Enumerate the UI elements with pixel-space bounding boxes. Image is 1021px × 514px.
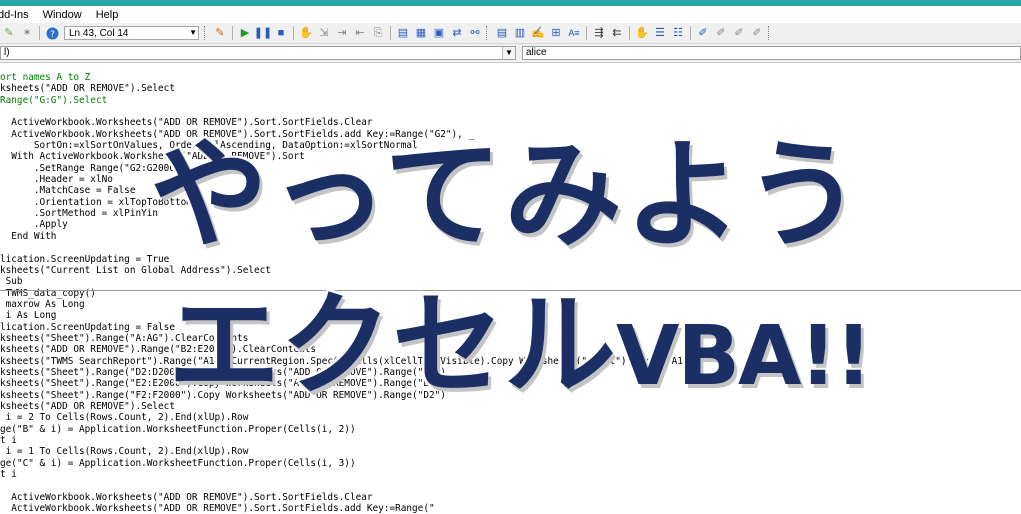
chevron-down-icon[interactable]: ▼	[502, 47, 515, 59]
toolbar-grip[interactable]	[486, 26, 491, 40]
glasses-icon[interactable]: ⚯	[468, 26, 482, 40]
menu-help[interactable]: Help	[96, 9, 119, 21]
code-line[interactable]: t i	[0, 435, 1021, 446]
reset-icon[interactable]: ■	[274, 26, 288, 40]
procedure-dropdown[interactable]: alice	[522, 46, 1021, 60]
parameter-info-icon[interactable]: ⊞	[549, 26, 563, 40]
list-constants-icon[interactable]: ▥	[513, 26, 527, 40]
chevron-down-icon[interactable]: ▼	[189, 28, 197, 37]
edit-toolbar: ✎ ✶ ? Ln 43, Col 14 ▼ ✎ ▶ ❚❚ ■ ✋ ⇲ ⇥ ⇤ ⎘…	[0, 23, 1021, 44]
menu-window[interactable]: Window	[43, 9, 82, 21]
toolbar-separator	[293, 26, 294, 40]
object-dropdown-value: l)	[4, 47, 10, 58]
code-line[interactable]: i = 2 To Cells(Rows.Count, 2).End(xlUp).…	[0, 412, 1021, 423]
outdent-icon[interactable]: ⇇	[610, 26, 624, 40]
quick-info-icon[interactable]: ✍	[531, 26, 545, 40]
watch-window-icon[interactable]: ▣	[432, 26, 446, 40]
uncomment-block-icon[interactable]: ☷	[671, 26, 685, 40]
cursor-position-display: Ln 43, Col 14 ▼	[64, 26, 199, 40]
step-over-icon[interactable]: ⇥	[335, 26, 349, 40]
help-icon[interactable]: ?	[45, 26, 59, 40]
code-line[interactable]	[0, 480, 1021, 491]
code-line[interactable]: i = 1 To Cells(Rows.Count, 2).End(xlUp).…	[0, 446, 1021, 457]
object-dropdown[interactable]: l) ▼	[0, 46, 516, 60]
toolbar-separator	[232, 26, 233, 40]
code-line[interactable]: t i	[0, 469, 1021, 480]
code-line[interactable]: ActiveWorkbook.Worksheets("ADD OR REMOVE…	[0, 492, 1021, 503]
code-line[interactable]: ActiveWorkbook.Worksheets("ADD OR REMOVE…	[0, 503, 1021, 514]
toolbar-grip[interactable]	[768, 26, 773, 40]
toggle-breakpoint-hand-icon[interactable]: ✋	[635, 26, 649, 40]
code-line[interactable]: ge("B" & i) = Application.WorksheetFunct…	[0, 424, 1021, 435]
complete-word-icon[interactable]: A≡	[567, 26, 581, 40]
overlay-title-latin: VBA!!	[614, 309, 874, 404]
toolbar-separator	[586, 26, 587, 40]
clear-bookmarks-icon[interactable]: ✐	[750, 26, 764, 40]
toolbar-separator	[390, 26, 391, 40]
step-out-icon[interactable]: ⇤	[353, 26, 367, 40]
cursor-position-text: Ln 43, Col 14	[69, 27, 129, 39]
code-line[interactable]: ksheets("ADD OR REMOVE").Select	[0, 83, 1021, 94]
step-into-icon[interactable]: ⇲	[317, 26, 331, 40]
immediate-window-icon[interactable]: ▦	[414, 26, 428, 40]
toolbar-grip[interactable]	[204, 26, 209, 40]
locals-window-icon[interactable]: ▤	[396, 26, 410, 40]
overlay-title-line1: やってみよう	[148, 126, 865, 264]
code-line[interactable]: ort names A to Z	[0, 72, 1021, 83]
code-line[interactable]: ksheets("Current List on Global Address"…	[0, 265, 1021, 276]
toggle-bookmark-icon[interactable]: ✐	[696, 26, 710, 40]
overlay-title-line2: エクセルVBA!!	[166, 288, 874, 404]
break-icon[interactable]: ❚❚	[254, 26, 272, 40]
overlay-title-kana: エクセル	[166, 281, 618, 411]
toolbar-separator	[629, 26, 630, 40]
toolbar-separator	[39, 26, 40, 40]
next-bookmark-icon[interactable]: ✐	[714, 26, 728, 40]
code-line[interactable]: Range("G:G").Select	[0, 95, 1021, 106]
menu-add-ins[interactable]: dd-Ins	[0, 9, 29, 21]
code-line[interactable]	[0, 106, 1021, 117]
quick-watch-icon[interactable]: ⎘	[371, 26, 385, 40]
run-icon[interactable]: ▶	[238, 26, 252, 40]
indent-icon[interactable]: ⇶	[592, 26, 606, 40]
svg-text:?: ?	[50, 30, 55, 40]
project-icon[interactable]: ✎	[2, 26, 16, 40]
code-line[interactable]: ge("C" & i) = Application.WorksheetFunct…	[0, 458, 1021, 469]
menu-bar: dd-Ins Window Help	[0, 6, 1021, 23]
toggle-breakpoint-icon[interactable]: ✋	[299, 26, 313, 40]
list-properties-icon[interactable]: ▤	[495, 26, 509, 40]
design-mode-icon[interactable]: ✎	[213, 26, 227, 40]
comment-block-icon[interactable]: ☰	[653, 26, 667, 40]
procedure-dropdown-value: alice	[526, 47, 547, 58]
toolbar-separator	[690, 26, 691, 40]
call-stack-icon[interactable]: ⇄	[450, 26, 464, 40]
previous-bookmark-icon[interactable]: ✐	[732, 26, 746, 40]
code-window-combos: l) ▼ alice	[0, 44, 1021, 63]
find-icon[interactable]: ✶	[20, 26, 34, 40]
